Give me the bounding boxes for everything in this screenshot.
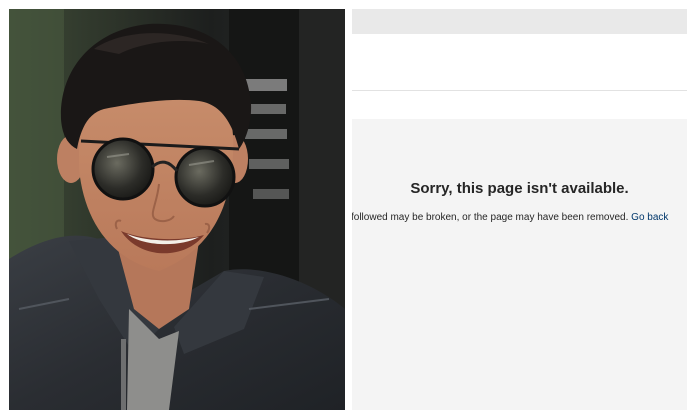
header-divider [352,90,687,91]
error-message-text: followed may be broken, or the page may … [352,212,629,223]
error-content: Sorry, this page isn't available. follow… [352,119,687,410]
error-message: followed may be broken, or the page may … [352,212,668,223]
page-header [352,34,687,119]
portrait-photo [9,9,345,410]
error-page-screenshot: Sorry, this page isn't available. follow… [352,9,687,410]
go-back-link[interactable]: Go back [631,212,668,223]
portrait-illustration [9,9,345,410]
error-title: Sorry, this page isn't available. [410,180,629,197]
browser-top-bar [352,9,687,34]
image-collage: Sorry, this page isn't available. follow… [0,0,696,419]
